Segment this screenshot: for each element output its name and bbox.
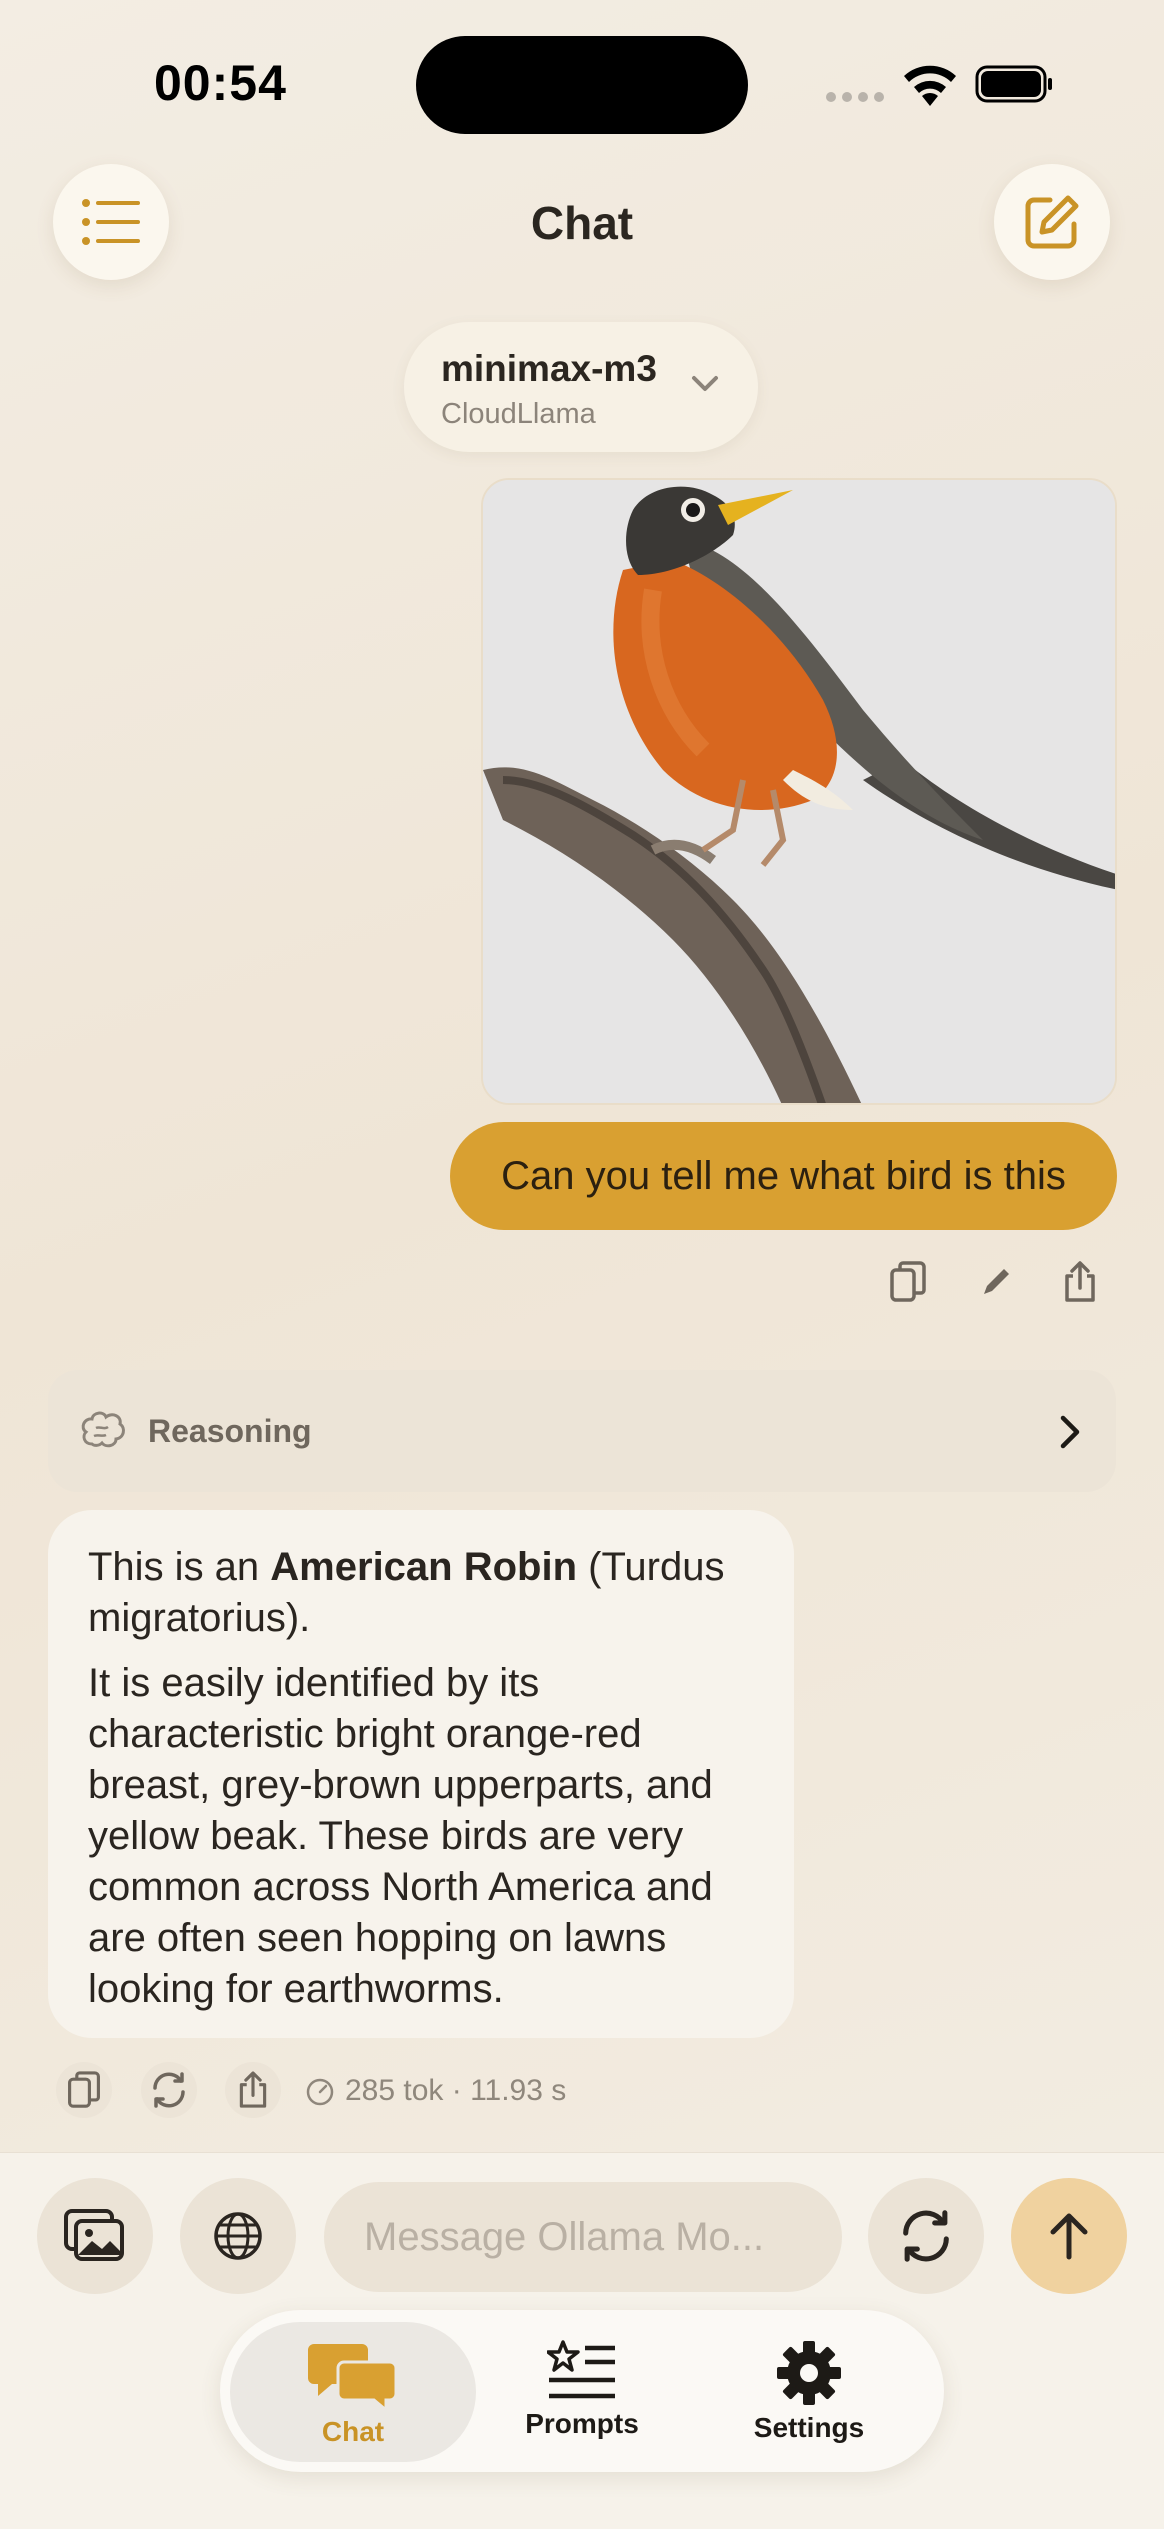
globe-icon bbox=[214, 2212, 262, 2260]
model-name: minimax-m3 bbox=[441, 348, 657, 389]
chevron-down-icon bbox=[692, 376, 718, 391]
refresh-icon bbox=[903, 2210, 949, 2262]
tab-settings[interactable]: Settings bbox=[686, 2322, 932, 2462]
share-icon bbox=[1065, 1261, 1095, 1302]
send-button[interactable] bbox=[1011, 2178, 1127, 2294]
photo-gallery-icon bbox=[64, 2209, 124, 2261]
edit-message-button[interactable] bbox=[966, 1252, 1026, 1312]
model-selector[interactable]: minimax-m3 CloudLlama bbox=[404, 322, 758, 452]
page-title: Chat bbox=[530, 197, 634, 249]
user-message-bubble: Can you tell me what bird is this bbox=[450, 1122, 1117, 1230]
chat-bubbles-icon bbox=[308, 2344, 398, 2410]
compose-icon bbox=[1025, 195, 1079, 249]
new-chat-button[interactable] bbox=[994, 164, 1110, 280]
dynamic-island bbox=[416, 36, 748, 134]
arrow-up-icon bbox=[1050, 2213, 1088, 2260]
assistant-paragraph-2: It is easily identified by its character… bbox=[88, 1661, 713, 2011]
reasoning-label: Reasoning bbox=[148, 1413, 312, 1449]
pencil-icon bbox=[984, 1269, 1009, 1294]
web-search-button[interactable] bbox=[180, 2178, 296, 2294]
assistant-paragraph-1: This is an American Robin (Turdus migrat… bbox=[88, 1542, 754, 1644]
chevron-right-icon bbox=[1060, 1415, 1080, 1449]
attached-image[interactable] bbox=[481, 478, 1117, 1105]
tab-chat[interactable]: Chat bbox=[230, 2322, 476, 2462]
speedometer-icon bbox=[306, 2078, 334, 2106]
brain-icon bbox=[81, 1411, 125, 1448]
wifi-icon bbox=[904, 65, 956, 106]
assistant-text: This is an bbox=[88, 1545, 271, 1589]
share-icon bbox=[239, 2071, 267, 2108]
battery-icon bbox=[975, 65, 1052, 103]
gear-icon bbox=[777, 2341, 841, 2405]
attach-image-button[interactable] bbox=[37, 2178, 153, 2294]
copy-message-button[interactable] bbox=[878, 1252, 938, 1312]
share-response-button[interactable] bbox=[225, 2062, 281, 2118]
bird-name: American Robin bbox=[270, 1545, 578, 1589]
cellular-signal-icon bbox=[826, 92, 884, 102]
tab-bar: Chat Prompts Settings bbox=[220, 2310, 944, 2472]
tab-chat-label: Chat bbox=[321, 2416, 385, 2447]
robin-photo bbox=[483, 480, 1115, 1103]
user-message-text: Can you tell me what bird is this bbox=[501, 1153, 1066, 1198]
regenerate-button[interactable] bbox=[868, 2178, 984, 2294]
assistant-message-bubble: This is an American Robin (Turdus migrat… bbox=[48, 1510, 794, 2038]
share-message-button[interactable] bbox=[1050, 1252, 1110, 1312]
copy-icon bbox=[890, 1261, 926, 1302]
status-time: 00:54 bbox=[154, 55, 287, 111]
refresh-icon bbox=[153, 2072, 185, 2108]
tab-prompts[interactable]: Prompts bbox=[459, 2322, 705, 2462]
model-provider: CloudLlama bbox=[441, 398, 596, 430]
tab-settings-label: Settings bbox=[753, 2412, 865, 2443]
tab-prompts-label: Prompts bbox=[525, 2408, 639, 2439]
response-stats: 285 tok · 11.93 s bbox=[345, 2074, 567, 2107]
regenerate-response-button[interactable] bbox=[141, 2062, 197, 2118]
message-input[interactable] bbox=[324, 2182, 842, 2292]
reasoning-disclosure[interactable]: Reasoning bbox=[48, 1370, 1116, 1492]
copy-response-button[interactable] bbox=[56, 2062, 112, 2118]
copy-icon bbox=[68, 2071, 100, 2108]
prompts-list-icon bbox=[547, 2340, 615, 2399]
